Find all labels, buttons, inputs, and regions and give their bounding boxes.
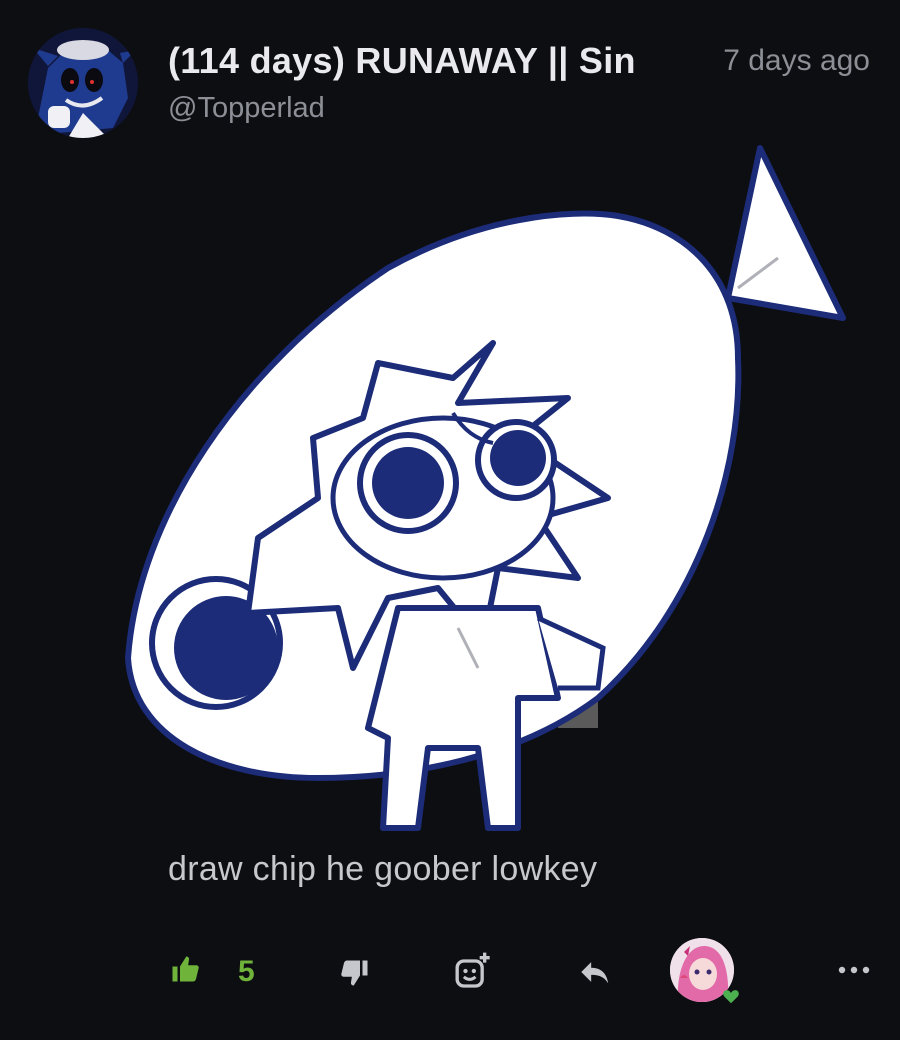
like-button[interactable] bbox=[168, 952, 202, 986]
like-count: 5 bbox=[238, 955, 255, 988]
author-avatar-image bbox=[28, 28, 138, 138]
more-icon bbox=[838, 966, 870, 974]
comment-body: draw chip he goober lowkey bbox=[168, 850, 598, 888]
more-options-button[interactable] bbox=[834, 958, 874, 982]
creator-heart-icon bbox=[722, 988, 740, 1009]
comment-timestamp: 7 days ago bbox=[711, 44, 870, 78]
author-handle[interactable]: @Topperlad bbox=[168, 92, 325, 125]
reply-icon bbox=[581, 962, 609, 984]
author-avatar[interactable] bbox=[28, 28, 138, 138]
thumbs-up-icon bbox=[172, 956, 199, 982]
add-reaction-button[interactable] bbox=[452, 950, 494, 992]
attached-drawing-image[interactable] bbox=[98, 138, 858, 838]
comment-post: (114 days) RUNAWAY || Sin 7 days ago @To… bbox=[0, 0, 900, 1040]
reply-button[interactable] bbox=[576, 954, 612, 990]
add-reaction-icon bbox=[455, 952, 490, 988]
thumbs-down-icon bbox=[341, 960, 368, 986]
comment-actions-bar: 5 bbox=[0, 930, 900, 1010]
author-display-name[interactable]: (114 days) RUNAWAY || Sin bbox=[168, 40, 688, 88]
drawing-artwork bbox=[124, 145, 846, 831]
dislike-button[interactable] bbox=[338, 956, 372, 990]
